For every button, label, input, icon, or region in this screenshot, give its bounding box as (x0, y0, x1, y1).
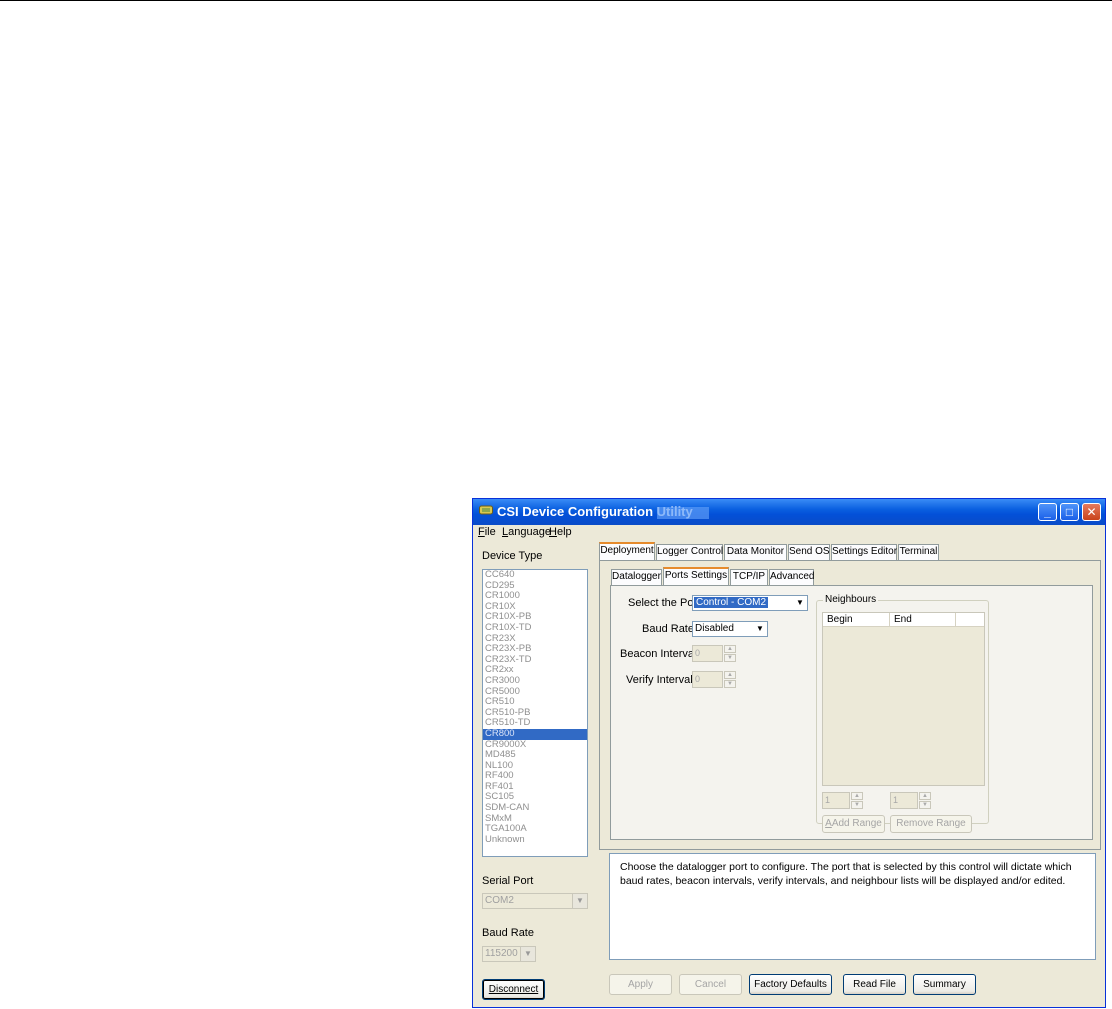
verify-interval-spinner[interactable]: 0 ▲ ▼ (692, 671, 736, 688)
menu-language[interactable]: Language (502, 526, 551, 538)
column-begin[interactable]: Begin (823, 613, 890, 626)
device-type-label: Device Type (482, 550, 543, 562)
baud-rate-label: Baud Rate (482, 927, 534, 939)
tab-terminal[interactable]: Terminal (898, 544, 939, 560)
cancel-button[interactable]: Cancel (679, 974, 742, 995)
list-item[interactable]: Unknown (483, 834, 587, 846)
serial-port-label: Serial Port (482, 875, 534, 887)
main-tabs: Deployment Logger Control Data Monitor S… (599, 542, 1099, 560)
spin-up-icon[interactable]: ▲ (919, 792, 931, 800)
menu-help[interactable]: Help (549, 526, 572, 538)
minimize-button[interactable]: _ (1038, 503, 1057, 521)
chevron-down-icon: ▼ (752, 622, 767, 636)
factory-defaults-button[interactable]: Factory Defaults (749, 974, 832, 995)
close-button[interactable]: ✕ (1082, 503, 1101, 521)
close-icon: ✕ (1086, 505, 1097, 519)
menu-bar: File Language Help (473, 525, 1105, 541)
list-item[interactable]: CR10X-TD (483, 622, 587, 634)
list-item[interactable]: CR800 (483, 728, 587, 740)
remove-range-button[interactable]: Remove Range (890, 815, 972, 833)
baud-rate-select[interactable]: 115200 ▼ (482, 946, 536, 962)
help-description: Choose the datalogger port to configure.… (609, 853, 1096, 960)
maximize-button[interactable]: □ (1060, 503, 1079, 521)
column-end[interactable]: End (890, 613, 956, 626)
verify-interval-label: Verify Interval: (626, 674, 696, 686)
add-range-button[interactable]: AAdd Range (822, 815, 885, 833)
spin-up-icon[interactable]: ▲ (851, 792, 863, 800)
tab-logger-control[interactable]: Logger Control (656, 544, 723, 560)
range-begin-spinner[interactable]: 1 ▲ ▼ (822, 792, 866, 809)
neighbours-list[interactable]: Begin End (822, 612, 985, 786)
title-bar[interactable]: CSI Device Configuration Utility _ □ ✕ (473, 499, 1105, 525)
title-redaction (657, 507, 709, 519)
tab-ports-settings[interactable]: Ports Settings (663, 567, 729, 585)
tab-deployment[interactable]: Deployment (599, 542, 655, 560)
neighbours-group: Neighbours Begin End 1 ▲ ▼ 1 ▲ ▼ AAdd Ra… (816, 594, 989, 833)
spin-down-icon[interactable]: ▼ (851, 801, 863, 809)
select-port-label: Select the Port (628, 597, 701, 609)
ports-settings-panel: Select the Port Control - COM2 ▼ Baud Ra… (610, 585, 1093, 840)
read-file-button[interactable]: Read File (843, 974, 906, 995)
deployment-panel: Datalogger Ports Settings TCP/IP Advance… (599, 560, 1101, 850)
tab-settings-editor[interactable]: Settings Editor (831, 544, 897, 560)
select-port-dropdown[interactable]: Control - COM2 ▼ (692, 595, 808, 611)
port-baud-rate-dropdown[interactable]: Disabled ▼ (692, 621, 768, 637)
chevron-down-icon: ▼ (572, 894, 587, 908)
range-end-spinner[interactable]: 1 ▲ ▼ (890, 792, 934, 809)
tab-data-monitor[interactable]: Data Monitor (724, 544, 787, 560)
beacon-interval-label: Beacon Interval: (620, 648, 700, 660)
device-type-list[interactable]: CC640 CD295 CR1000 CR10X CR10X-PB CR10X-TD CR2… (482, 569, 588, 857)
apply-button[interactable]: Apply (609, 974, 672, 995)
port-baud-rate-label: Baud Rate: (642, 623, 698, 635)
list-item[interactable]: CC640 (483, 570, 587, 581)
neighbours-title: Neighbours (823, 594, 879, 605)
app-window: CSI Device Configuration Utility _ □ ✕ F… (472, 498, 1106, 1008)
spin-down-icon[interactable]: ▼ (919, 801, 931, 809)
minimize-icon: _ (1044, 505, 1051, 519)
tab-send-os[interactable]: Send OS (788, 544, 830, 560)
menu-file[interactable]: File (478, 526, 496, 538)
chevron-down-icon: ▼ (520, 947, 535, 961)
spin-down-icon[interactable]: ▼ (724, 654, 736, 662)
tab-advanced[interactable]: Advanced (769, 569, 814, 585)
spin-up-icon[interactable]: ▲ (724, 671, 736, 679)
sub-tabs: Datalogger Ports Settings TCP/IP Advance… (611, 567, 871, 585)
app-icon (479, 505, 493, 515)
list-item[interactable]: CR3000 (483, 675, 587, 687)
spin-up-icon[interactable]: ▲ (724, 645, 736, 653)
chevron-down-icon: ▼ (792, 596, 807, 610)
serial-port-select[interactable]: COM2 ▼ (482, 893, 588, 909)
page-top-rule (0, 0, 1112, 1)
spin-down-icon[interactable]: ▼ (724, 680, 736, 688)
column-extra[interactable] (956, 613, 986, 626)
tab-datalogger[interactable]: Datalogger (611, 569, 662, 585)
summary-button[interactable]: Summary (913, 974, 976, 995)
beacon-interval-spinner[interactable]: 0 ▲ ▼ (692, 645, 736, 662)
maximize-icon: □ (1065, 505, 1074, 519)
disconnect-button[interactable]: Disconnect (482, 979, 545, 1000)
neighbours-header: Begin End (823, 613, 984, 627)
tab-tcp-ip[interactable]: TCP/IP (730, 569, 768, 585)
